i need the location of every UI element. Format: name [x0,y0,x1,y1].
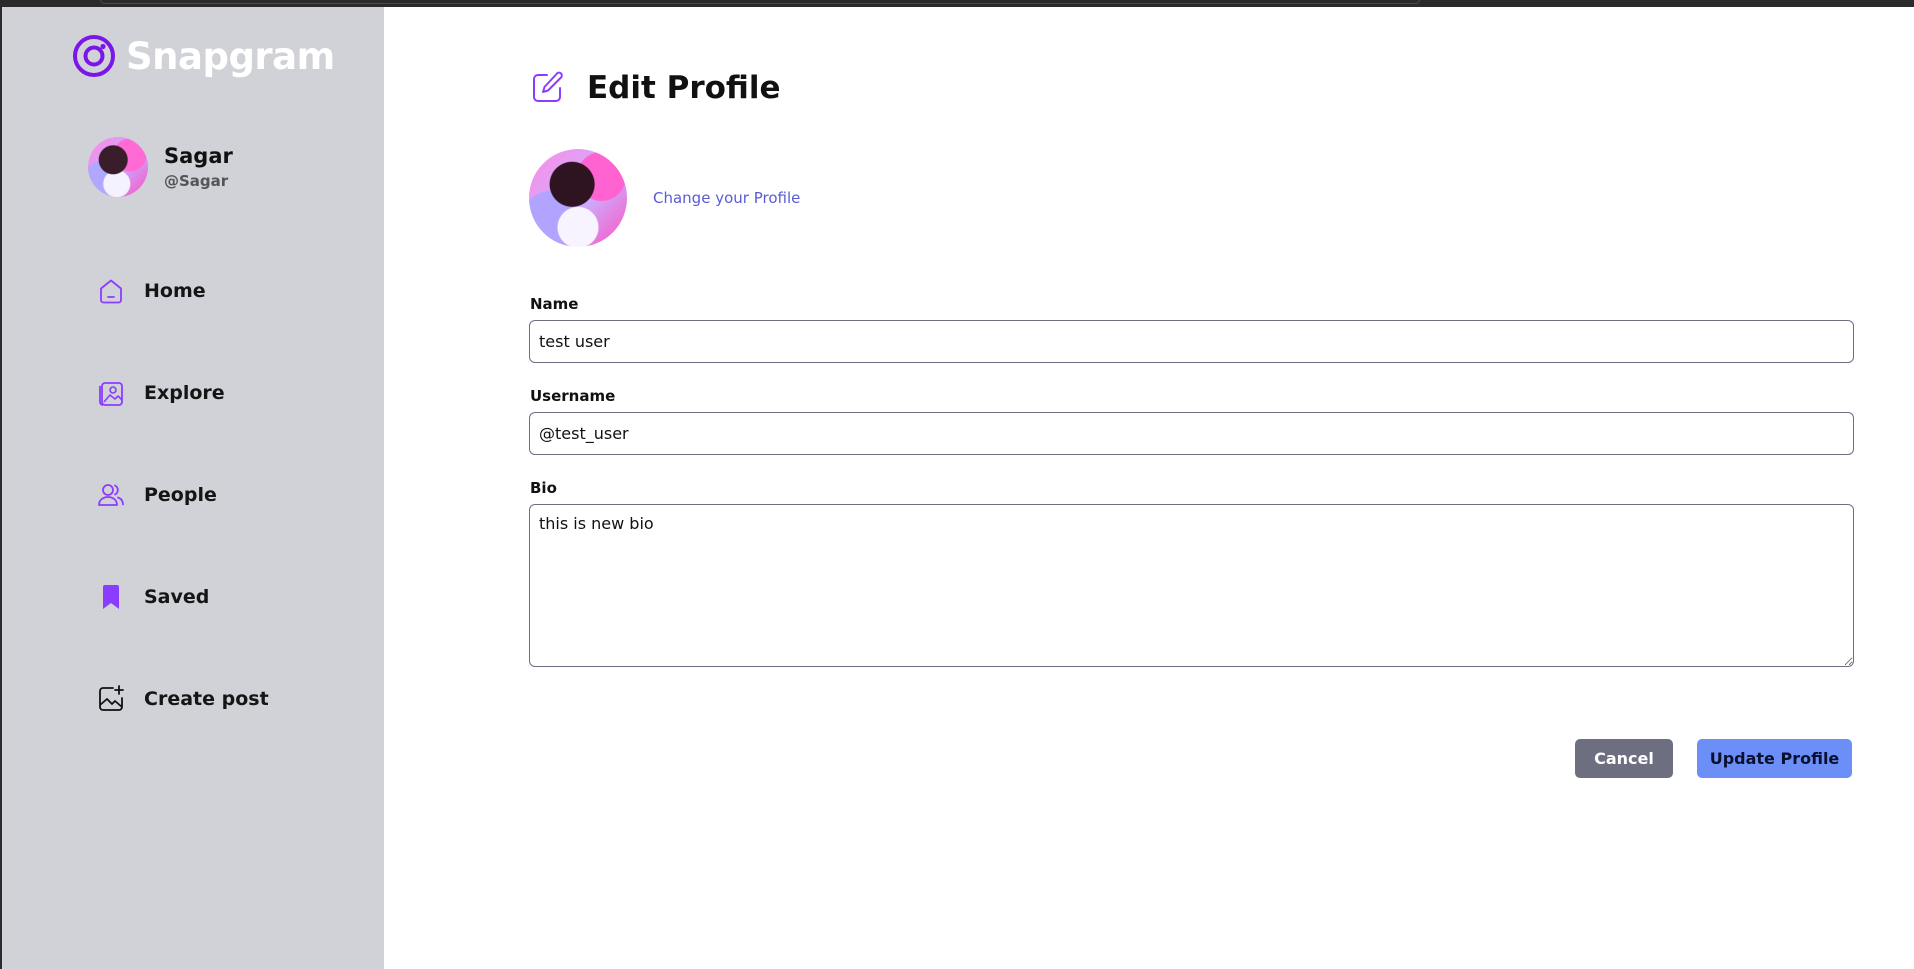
user-info: Sagar @Sagar [164,144,233,190]
change-profile-link[interactable]: Change your Profile [653,189,800,207]
people-icon [98,484,124,506]
sidebar-item-label: People [144,484,217,506]
browser-tab-outline [100,0,1420,4]
sidebar-item-explore[interactable]: Explore [96,373,269,413]
sidebar-item-label: Home [144,280,206,302]
sidebar-item-label: Saved [144,586,210,608]
sidebar: Snapgram Sagar @Sagar Home Explore Peopl… [2,7,384,969]
explore-icon [99,382,123,406]
sidebar-item-label: Explore [144,382,225,404]
sidebar-item-saved[interactable]: Saved [96,577,269,617]
sidebar-item-label: Create post [144,688,269,710]
page-header: Edit Profile [529,70,781,106]
main-content: Edit Profile Change your Profile Name Us… [384,7,1914,969]
profile-photo-uploader[interactable]: Change your Profile [529,149,800,247]
browser-top-bar [0,0,1914,7]
username-label: Username [530,387,616,405]
sidebar-item-create-post[interactable]: Create post [96,679,269,719]
user-card[interactable]: Sagar @Sagar [88,137,233,197]
username-field[interactable] [529,412,1854,455]
bio-field[interactable]: this is new bio [529,504,1854,667]
update-profile-button[interactable]: Update Profile [1697,739,1852,778]
profile-photo[interactable] [529,149,627,247]
name-field[interactable] [529,320,1854,363]
app-name: Snapgram [126,34,335,78]
user-name: Sagar [164,144,233,168]
user-handle: @Sagar [164,172,229,190]
avatar [88,137,148,197]
page-title: Edit Profile [587,70,781,106]
sidebar-nav: Home Explore People Saved Create post [96,271,269,781]
cancel-button[interactable]: Cancel [1575,739,1673,778]
name-label: Name [530,295,579,313]
camera-logo-icon [73,35,115,77]
app-logo[interactable]: Snapgram [72,34,335,78]
sidebar-item-home[interactable]: Home [96,271,269,311]
create-post-icon [99,685,124,711]
edit-icon [533,71,563,102]
sidebar-item-people[interactable]: People [96,475,269,515]
home-icon [100,279,122,304]
bio-label: Bio [530,479,557,497]
bookmark-icon [103,585,119,609]
app-window: Snapgram Sagar @Sagar Home Explore Peopl… [2,7,1914,969]
